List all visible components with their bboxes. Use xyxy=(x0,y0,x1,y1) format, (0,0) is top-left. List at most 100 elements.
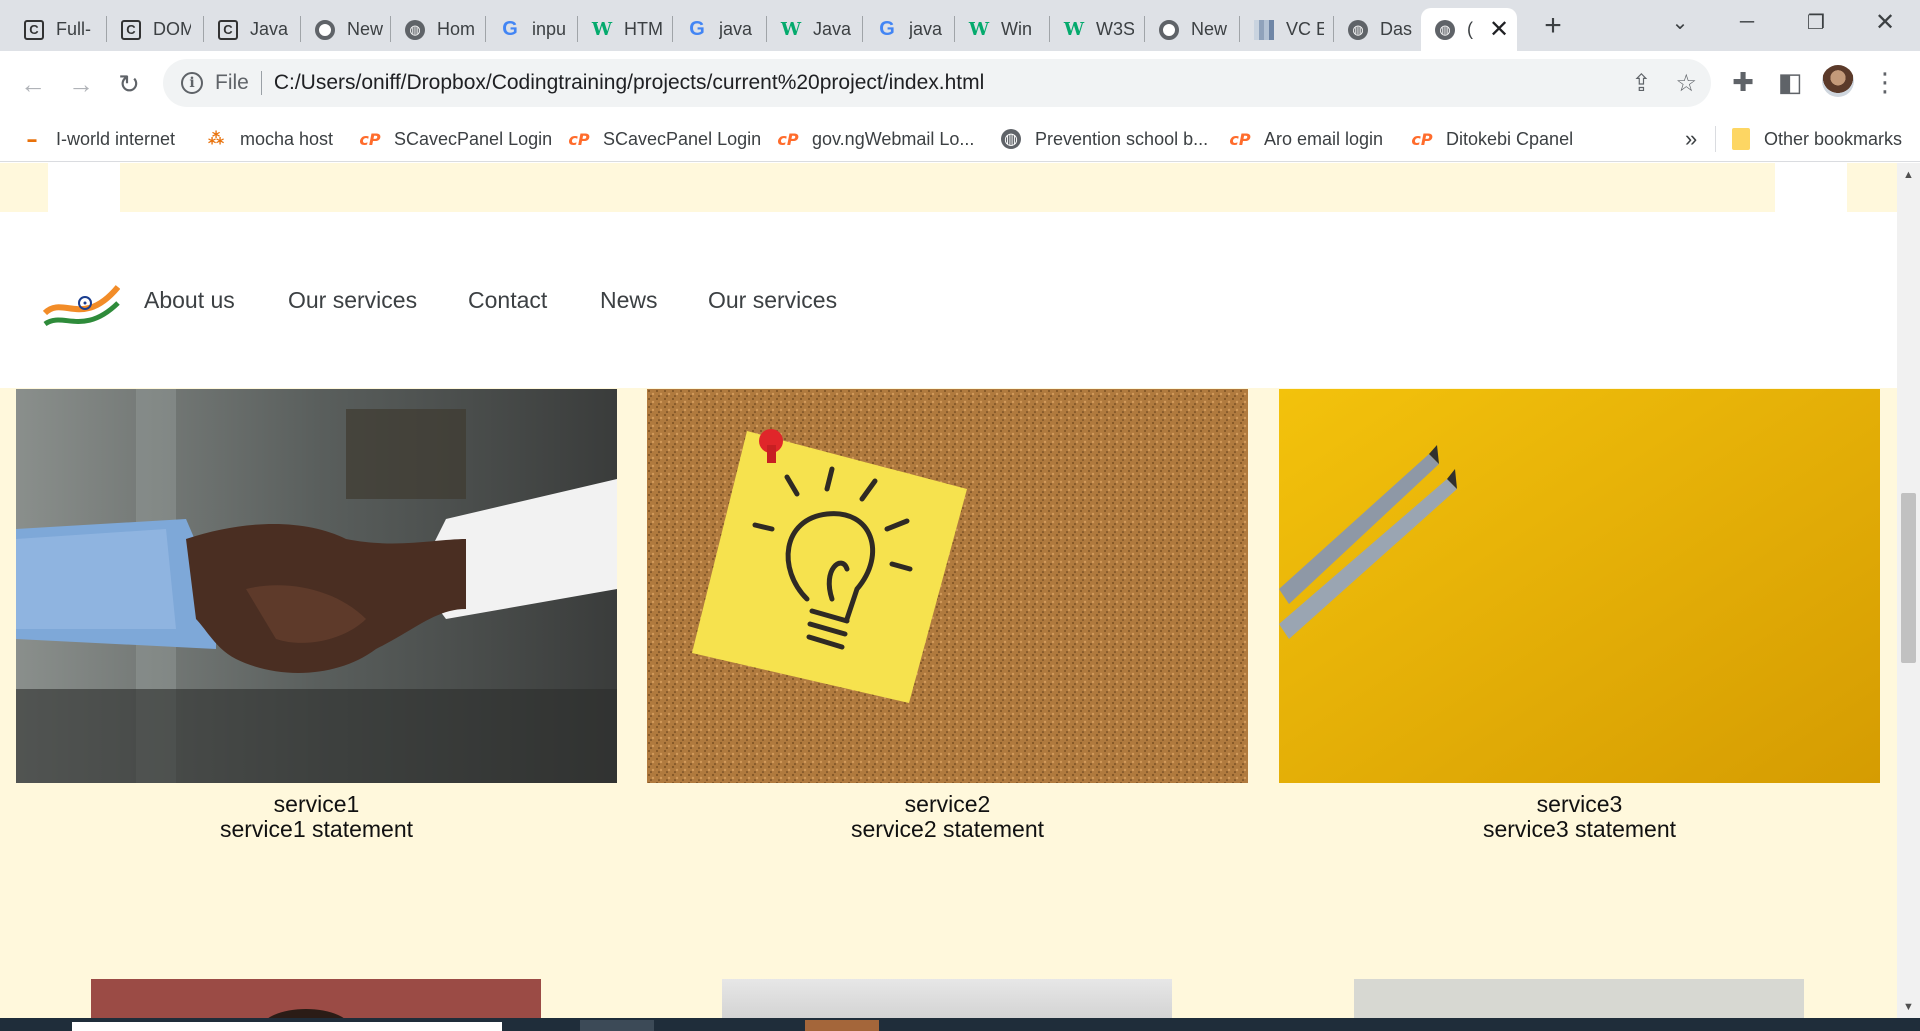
back-arrow-icon[interactable]: ← xyxy=(18,69,48,99)
menu-kebab-icon[interactable]: ⋮ xyxy=(1868,65,1902,99)
service-card: service1 service1 statement xyxy=(16,389,617,842)
scrollbar-thumb[interactable] xyxy=(1901,493,1916,663)
partial-photo xyxy=(91,979,541,1018)
bookmark-item[interactable]: cP gov.ngWebmail Lo... xyxy=(777,124,974,154)
profile-avatar[interactable] xyxy=(1822,65,1854,97)
site-logo[interactable] xyxy=(43,269,120,331)
top-banner xyxy=(0,163,1897,212)
share-icon[interactable]: ⇪ xyxy=(1631,69,1651,98)
codepen-icon: C xyxy=(24,19,44,40)
partial-photo xyxy=(1354,979,1804,1018)
new-tab-button[interactable]: + xyxy=(1537,9,1569,42)
restore-button[interactable]: ❐ xyxy=(1781,0,1851,44)
site-header: About us Our services Contact News Our s… xyxy=(0,212,1897,388)
browser-tab[interactable]: C Full- xyxy=(10,8,106,51)
w3schools-icon: W xyxy=(780,19,802,40)
bookmark-item[interactable]: ▬ I-world internet xyxy=(22,124,176,154)
close-window-button[interactable]: ✕ xyxy=(1850,0,1920,44)
mocha-icon: ⁂ xyxy=(207,131,225,148)
browser-toolbar: ← → ↻ i File C:/Users/oniff/Dropbox/Codi… xyxy=(0,51,1920,116)
scroll-up-arrow-icon[interactable]: ▲ xyxy=(1903,169,1914,181)
w3schools-icon: W xyxy=(591,19,613,40)
browser-tab[interactable]: W Win xyxy=(955,8,1051,51)
chrome-icon xyxy=(315,19,335,40)
browser-tab[interactable]: W Java xyxy=(767,8,863,51)
browser-tab-active[interactable]: ◍(✕ xyxy=(1421,8,1517,51)
codepen-icon: C xyxy=(121,19,141,40)
bookmark-star-icon[interactable]: ☆ xyxy=(1675,69,1697,98)
browser-tab[interactable]: W W3S xyxy=(1050,8,1146,51)
codepen-icon: C xyxy=(218,19,238,40)
page-viewport: About us Our services Contact News Our s… xyxy=(0,163,1897,1018)
google-icon: G xyxy=(879,18,895,40)
browser-tab[interactable]: New xyxy=(1145,8,1241,51)
forward-arrow-icon[interactable]: → xyxy=(66,69,96,99)
partial-photo xyxy=(722,979,1172,1018)
cpanel-icon: cP xyxy=(359,129,381,149)
service-title: service3 xyxy=(1536,791,1623,817)
minimize-button[interactable]: ─ xyxy=(1712,0,1782,44)
w3schools-icon: W xyxy=(968,19,990,40)
folder-icon xyxy=(1732,128,1750,150)
nav-contact[interactable]: Contact xyxy=(468,287,547,314)
browser-tab[interactable]: VC E xyxy=(1240,8,1336,51)
service-card: service3 service3 statement xyxy=(1279,389,1880,842)
bookmark-item[interactable]: cP Ditokebi Cpanel xyxy=(1411,124,1573,154)
nav-about-us[interactable]: About us xyxy=(144,287,235,314)
url-text[interactable]: C:/Users/oniff/Dropbox/Codingtraining/pr… xyxy=(274,71,984,95)
browser-tab[interactable]: Gjava xyxy=(863,8,959,51)
more-bookmarks-button[interactable]: » xyxy=(1685,126,1697,152)
bookmarks-bar: ▬ I-world internet ⁂ mocha host cP SCavecPa… xyxy=(0,116,1920,162)
globe-icon: ◍ xyxy=(405,19,425,40)
side-panel-icon[interactable]: ◧ xyxy=(1773,65,1807,99)
google-icon: G xyxy=(689,18,705,40)
browser-tab[interactable]: ◍ Das xyxy=(1334,8,1430,51)
scroll-down-arrow-icon[interactable]: ▼ xyxy=(1903,1001,1914,1013)
extensions-puzzle-icon[interactable]: ✚ xyxy=(1726,65,1760,99)
bookmark-item[interactable]: ⁂ mocha host xyxy=(206,124,333,154)
tab-search-chevron-icon[interactable]: ⌄ xyxy=(1645,0,1715,44)
chrome-icon xyxy=(1159,19,1179,40)
google-icon: G xyxy=(502,18,518,40)
tab-strip: C Full- C DOM C Java New ◍ Hom Ginpu W HTM Gj… xyxy=(0,0,1920,51)
browser-tab[interactable]: Ginpu xyxy=(486,8,582,51)
cpanel-icon: cP xyxy=(1411,129,1433,149)
cpanel-icon: cP xyxy=(568,129,590,149)
chart-icon xyxy=(1254,19,1274,40)
nav-our-services[interactable]: Our services xyxy=(288,287,417,314)
bookmark-item[interactable]: cP SCavecPanel Login xyxy=(568,124,761,154)
info-icon[interactable]: i xyxy=(181,72,203,94)
globe-icon: ◍ xyxy=(1001,129,1021,149)
nav-news[interactable]: News xyxy=(600,287,658,314)
service-card: service2 service2 statement xyxy=(647,389,1248,842)
service-statement: service3 statement xyxy=(1482,816,1677,842)
globe-icon: ◍ xyxy=(1348,19,1368,40)
browser-tab[interactable]: C Java xyxy=(204,8,300,51)
service-title: service2 xyxy=(904,791,991,817)
cpanel-icon: cP xyxy=(777,129,799,149)
page-scrollbar[interactable]: ▲ ▼ xyxy=(1897,163,1920,1018)
browser-tab[interactable]: C DOM xyxy=(107,8,203,51)
w3schools-icon: W xyxy=(1063,19,1085,40)
lightbulb-note-photo xyxy=(647,389,1248,783)
bookmark-item[interactable]: ◍ Prevention school b... xyxy=(1001,124,1208,154)
browser-tab[interactable]: ◍ Hom xyxy=(391,8,487,51)
url-scheme-label: File xyxy=(215,71,249,94)
browser-tab[interactable]: Gjava xyxy=(673,8,769,51)
browser-tab[interactable]: W HTM xyxy=(578,8,674,51)
bookmark-item[interactable]: cP SCavecPanel Login xyxy=(359,124,552,154)
address-bar[interactable]: i File C:/Users/oniff/Dropbox/Codingtrai… xyxy=(163,59,1711,107)
close-tab-icon[interactable]: ✕ xyxy=(1489,15,1509,44)
other-bookmarks-folder[interactable]: Other bookmarks xyxy=(1732,124,1902,154)
cpanel-icon: cP xyxy=(1229,129,1251,149)
iworld-icon: ▬ xyxy=(27,134,37,144)
os-taskbar xyxy=(0,1018,1920,1031)
globe-icon: ◍ xyxy=(1435,19,1455,40)
browser-tab[interactable]: New xyxy=(301,8,397,51)
bookmark-item[interactable]: cP Aro email login xyxy=(1229,124,1383,154)
pencils-photo xyxy=(1279,389,1880,783)
service-statement: service2 statement xyxy=(850,816,1045,842)
service-title: service1 xyxy=(273,791,360,817)
nav-our-services-2[interactable]: Our services xyxy=(708,287,837,314)
reload-icon[interactable]: ↻ xyxy=(114,69,144,99)
